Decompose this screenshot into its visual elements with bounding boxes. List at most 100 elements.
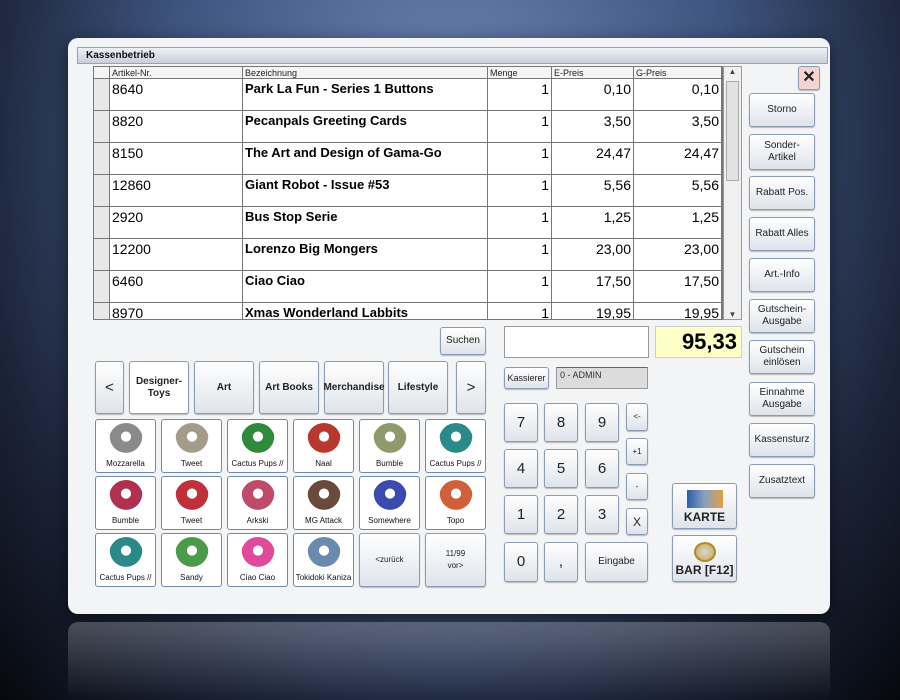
table-cell-gp[interactable]: 0,10 [634, 79, 722, 111]
keypad-key[interactable]: 0 [504, 542, 538, 582]
product-tile[interactable]: Cactus Pups // [425, 419, 486, 473]
table-cell-ep[interactable]: 23,00 [552, 239, 634, 271]
category-tab[interactable]: Merchandise [323, 361, 385, 414]
side-button-1[interactable]: Sonder- Artikel [749, 134, 815, 170]
side-button-6[interactable]: Gutschein einlösen [749, 340, 815, 374]
product-tile[interactable]: Ciao Ciao [227, 533, 288, 587]
category-next-button[interactable]: > [456, 361, 486, 414]
keypad-key[interactable]: 6 [585, 449, 619, 488]
table-cell-qty[interactable]: 1 [488, 207, 552, 239]
table-cell-nr[interactable]: 8820 [110, 111, 243, 143]
category-tab[interactable]: Art Books [259, 361, 319, 414]
column-header[interactable]: Bezeichnung [243, 67, 488, 79]
product-tile[interactable]: Mozzarella [95, 419, 156, 473]
table-cell-nr[interactable]: 6460 [110, 271, 243, 303]
product-tile[interactable]: Naal [293, 419, 354, 473]
table-cell-ep[interactable]: 5,56 [552, 175, 634, 207]
table-cell-name[interactable]: Ciao Ciao [243, 271, 488, 303]
row-selector[interactable] [94, 239, 110, 271]
card-payment-button[interactable]: KARTE [672, 483, 737, 529]
table-cell-nr[interactable]: 8640 [110, 79, 243, 111]
side-button-0[interactable]: Storno [749, 93, 815, 127]
table-cell-gp[interactable]: 5,56 [634, 175, 722, 207]
side-button-4[interactable]: Art.-Info [749, 258, 815, 292]
table-cell-qty[interactable]: 1 [488, 303, 552, 319]
keypad-key[interactable]: 2 [544, 495, 578, 534]
product-tile[interactable]: MG Attack [293, 476, 354, 530]
cash-payment-button[interactable]: BAR [F12] [672, 535, 737, 582]
category-prev-button[interactable]: < [95, 361, 124, 414]
cashier-button[interactable]: Kassierer [504, 367, 549, 389]
page-back-button[interactable]: <zurück [359, 533, 420, 587]
table-cell-ep[interactable]: 3,50 [552, 111, 634, 143]
entry-input[interactable] [504, 326, 649, 358]
side-button-5[interactable]: Gutschein-Ausgabe [749, 299, 815, 333]
row-selector[interactable] [94, 175, 110, 207]
row-selector[interactable] [94, 271, 110, 303]
table-cell-ep[interactable]: 17,50 [552, 271, 634, 303]
product-tile[interactable]: Tokidoki Kaniza [293, 533, 354, 587]
table-cell-gp[interactable]: 19,95 [634, 303, 722, 319]
row-selector[interactable] [94, 207, 110, 239]
keypad-side-key[interactable]: +1 [626, 438, 648, 465]
table-cell-gp[interactable]: 23,00 [634, 239, 722, 271]
row-selector[interactable] [94, 143, 110, 175]
table-cell-nr[interactable]: 12200 [110, 239, 243, 271]
side-button-8[interactable]: Kassensturz [749, 423, 815, 457]
column-header[interactable]: Menge [488, 67, 552, 79]
side-button-7[interactable]: Einnahme Ausgabe [749, 382, 815, 416]
category-tab[interactable]: Art [194, 361, 254, 414]
side-button-9[interactable]: Zusatztext [749, 464, 815, 498]
table-cell-name[interactable]: Pecanpals Greeting Cards [243, 111, 488, 143]
product-tile[interactable]: Cactus Pups // [227, 419, 288, 473]
table-cell-qty[interactable]: 1 [488, 143, 552, 175]
page-forward-button[interactable]: 11/99 vor> [425, 533, 486, 587]
table-scrollbar[interactable]: ▲ ▼ [723, 66, 742, 320]
row-selector[interactable] [94, 111, 110, 143]
close-button[interactable]: ✕ [798, 66, 820, 90]
table-cell-qty[interactable]: 1 [488, 111, 552, 143]
product-tile[interactable]: Bumble [95, 476, 156, 530]
table-cell-gp[interactable]: 17,50 [634, 271, 722, 303]
product-tile[interactable]: Topo [425, 476, 486, 530]
scroll-thumb[interactable] [726, 81, 739, 181]
keypad-key[interactable]: 7 [504, 403, 538, 442]
table-cell-qty[interactable]: 1 [488, 271, 552, 303]
keypad-key[interactable]: 1 [504, 495, 538, 534]
column-header[interactable]: Artikel-Nr. [110, 67, 243, 79]
keypad-key[interactable]: , [544, 542, 578, 582]
row-selector[interactable]: ▸ [94, 303, 110, 319]
table-cell-ep[interactable]: 0,10 [552, 79, 634, 111]
table-cell-ep[interactable]: 19,95 [552, 303, 634, 319]
product-tile[interactable]: Sandy [161, 533, 222, 587]
keypad-key[interactable]: 9 [585, 403, 619, 442]
table-cell-nr[interactable]: 12860 [110, 175, 243, 207]
product-tile[interactable]: Bumble [359, 419, 420, 473]
column-header[interactable]: G-Preis [634, 67, 722, 79]
search-button[interactable]: Suchen [440, 327, 486, 355]
keypad-side-key[interactable]: - [626, 473, 648, 500]
product-tile[interactable]: Tweet [161, 476, 222, 530]
cart-table[interactable]: Artikel-Nr. Bezeichnung Menge E-Preis G-Prei… [93, 66, 723, 320]
table-cell-ep[interactable]: 24,47 [552, 143, 634, 175]
scroll-down-icon[interactable]: ▼ [724, 310, 741, 319]
table-cell-nr[interactable]: 8150 [110, 143, 243, 175]
table-cell-nr[interactable]: 8970 [110, 303, 243, 319]
table-cell-gp[interactable]: 24,47 [634, 143, 722, 175]
table-cell-name[interactable]: Bus Stop Serie [243, 207, 488, 239]
table-cell-name[interactable]: Lorenzo Big Mongers [243, 239, 488, 271]
table-cell-gp[interactable]: 1,25 [634, 207, 722, 239]
keypad-side-key[interactable]: <- [626, 403, 648, 431]
product-tile[interactable]: Cactus Pups // [95, 533, 156, 587]
table-cell-ep[interactable]: 1,25 [552, 207, 634, 239]
table-cell-name[interactable]: The Art and Design of Gama-Go [243, 143, 488, 175]
keypad-key[interactable]: Eingabe [585, 542, 648, 582]
side-button-2[interactable]: Rabatt Pos. [749, 176, 815, 210]
table-cell-name[interactable]: Park La Fun - Series 1 Buttons [243, 79, 488, 111]
column-header[interactable]: E-Preis [552, 67, 634, 79]
table-cell-qty[interactable]: 1 [488, 79, 552, 111]
table-cell-qty[interactable]: 1 [488, 239, 552, 271]
keypad-key[interactable]: 5 [544, 449, 578, 488]
table-cell-gp[interactable]: 3,50 [634, 111, 722, 143]
keypad-key[interactable]: 4 [504, 449, 538, 488]
